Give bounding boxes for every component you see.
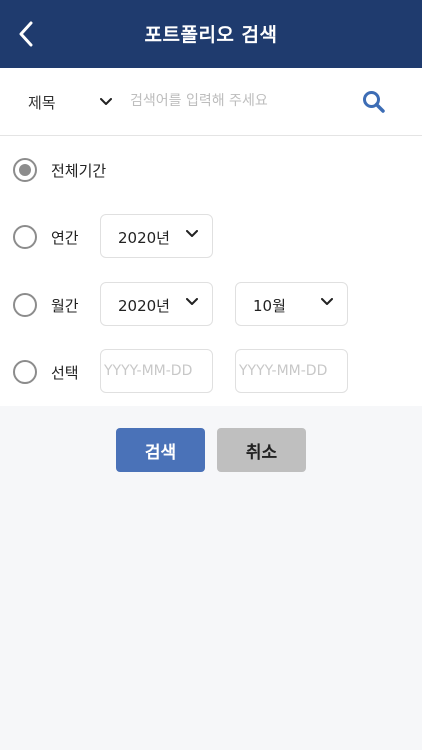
option-monthly: 월간 2020년 10월 (0, 282, 422, 328)
option-label: 선택 (51, 364, 79, 382)
month-select[interactable]: 10월 (235, 282, 348, 326)
page-title: 포트폴리오 검색 (144, 24, 278, 46)
option-label: 전체기간 (51, 162, 107, 180)
search-icon (363, 91, 385, 113)
search-bar: 제목 (0, 68, 422, 136)
month-year-select-value: 2020년 (118, 297, 170, 315)
search-icon-button[interactable] (360, 88, 388, 116)
option-custom: 선택 (0, 349, 422, 395)
search-field-select[interactable]: 제목 (28, 90, 112, 114)
option-yearly: 연간 2020년 (0, 214, 422, 260)
app-header: 포트폴리오 검색 (0, 0, 422, 68)
period-options: 전체기간 연간 2020년 월간 2020년 10월 선택 (0, 136, 422, 406)
start-date-input[interactable] (100, 349, 213, 393)
year-select-value: 2020년 (118, 229, 170, 247)
year-select[interactable]: 2020년 (100, 214, 213, 258)
search-button[interactable]: 검색 (116, 428, 205, 472)
search-input[interactable] (130, 88, 340, 114)
option-label: 월간 (51, 297, 79, 315)
radio-custom[interactable] (13, 360, 37, 384)
chevron-down-icon (100, 98, 112, 105)
end-date-input[interactable] (235, 349, 348, 393)
chevron-down-icon (321, 298, 333, 305)
option-all-period: 전체기간 (0, 147, 422, 193)
option-label: 연간 (51, 229, 79, 247)
search-field-label: 제목 (28, 93, 56, 112)
month-year-select[interactable]: 2020년 (100, 282, 213, 326)
radio-monthly[interactable] (13, 293, 37, 317)
radio-all-period[interactable] (13, 158, 37, 182)
chevron-down-icon (186, 230, 198, 237)
cancel-button[interactable]: 취소 (217, 428, 306, 472)
radio-yearly[interactable] (13, 225, 37, 249)
chevron-down-icon (186, 298, 198, 305)
month-select-value: 10월 (253, 297, 286, 315)
